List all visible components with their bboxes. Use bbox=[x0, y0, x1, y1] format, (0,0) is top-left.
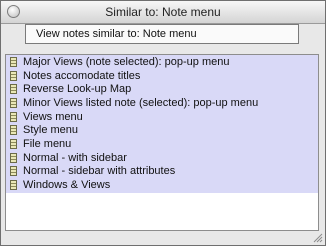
list-item-label: Notes accomodate titles bbox=[23, 69, 141, 82]
list-item-label: Style menu bbox=[23, 124, 79, 137]
note-icon bbox=[10, 56, 17, 67]
list-item[interactable]: Normal - sidebar with attributes bbox=[6, 165, 318, 179]
title-bar[interactable]: Similar to: Note menu bbox=[1, 1, 325, 24]
list-item[interactable]: Major Views (note selected): pop-up menu bbox=[6, 55, 318, 69]
list-item-label: Normal - with sidebar bbox=[23, 151, 127, 164]
note-icon bbox=[10, 70, 17, 81]
list-item-label: Major Views (note selected): pop-up menu bbox=[23, 55, 230, 68]
list-item[interactable]: Windows & Views bbox=[6, 178, 318, 192]
resize-grip-icon[interactable] bbox=[312, 232, 323, 243]
note-icon bbox=[10, 125, 17, 136]
similar-notes-window: Similar to: Note menu View notes similar… bbox=[0, 0, 326, 246]
list-item-label: Views menu bbox=[23, 110, 83, 123]
note-icon bbox=[10, 166, 17, 177]
list-item[interactable]: File menu bbox=[6, 137, 318, 151]
note-icon bbox=[10, 152, 17, 163]
note-icon bbox=[10, 138, 17, 149]
list-item[interactable]: Notes accomodate titles bbox=[6, 69, 318, 83]
similar-notes-header: View notes similar to: Note menu bbox=[25, 24, 299, 44]
list-item-label: File menu bbox=[23, 137, 72, 150]
list-item[interactable]: Style menu bbox=[6, 123, 318, 137]
note-icon bbox=[10, 97, 17, 108]
note-icon bbox=[10, 84, 17, 95]
list-item[interactable]: Reverse Look-up Map bbox=[6, 82, 318, 96]
list-item-label: Reverse Look-up Map bbox=[23, 83, 132, 96]
note-icon bbox=[10, 180, 17, 191]
list-rows: Major Views (note selected): pop-up menu… bbox=[6, 55, 318, 192]
list-item-label: Windows & Views bbox=[23, 179, 111, 192]
list-item-label: Minor Views listed note (selected): pop-… bbox=[23, 96, 259, 109]
list-item[interactable]: Views menu bbox=[6, 110, 318, 124]
similar-notes-list[interactable]: Major Views (note selected): pop-up menu… bbox=[5, 54, 319, 231]
list-item-label: Normal - sidebar with attributes bbox=[23, 165, 176, 178]
list-item[interactable]: Normal - with sidebar bbox=[6, 151, 318, 165]
list-item[interactable]: Minor Views listed note (selected): pop-… bbox=[6, 96, 318, 110]
note-icon bbox=[10, 111, 17, 122]
window-title: Similar to: Note menu bbox=[105, 5, 221, 19]
